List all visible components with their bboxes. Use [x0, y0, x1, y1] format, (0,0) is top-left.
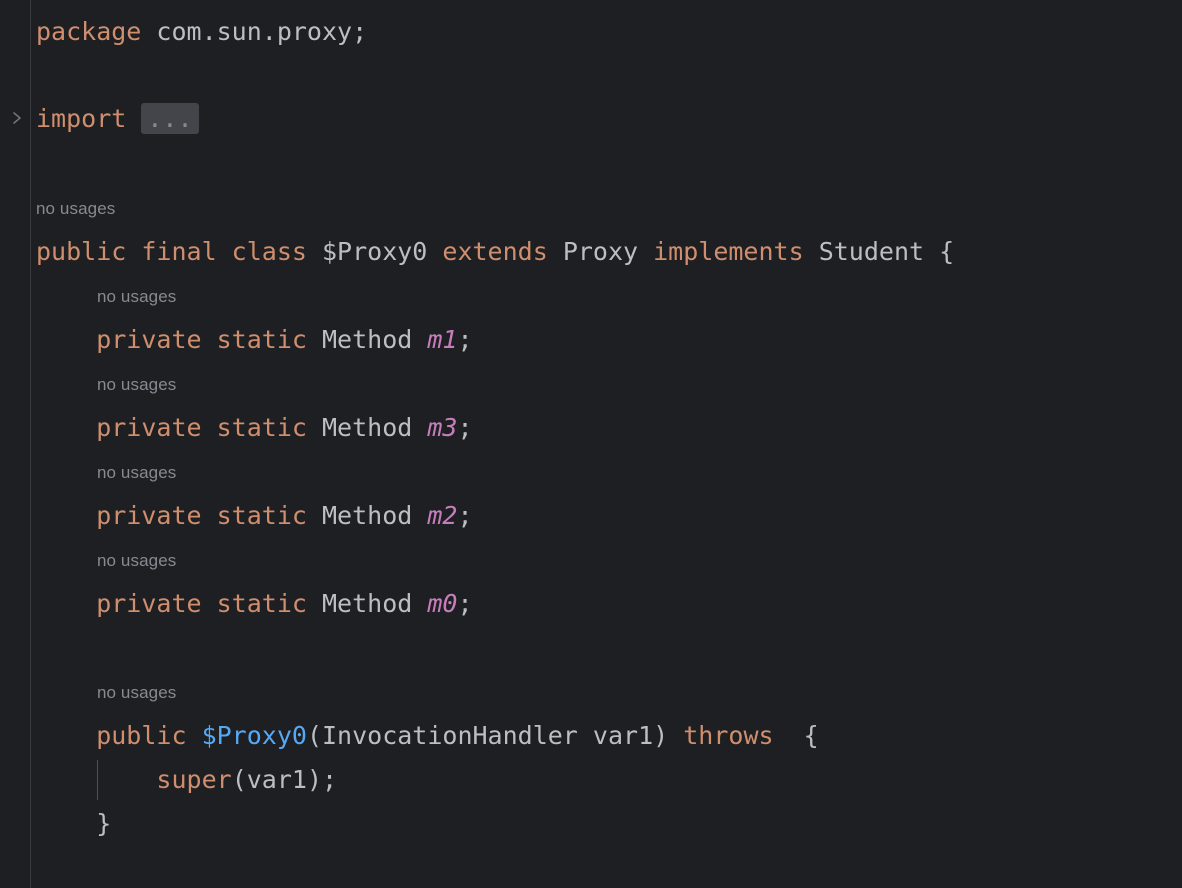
import-space — [126, 104, 141, 133]
field-m3-type: Method — [321, 413, 428, 442]
constructor-name: $Proxy0 — [201, 721, 307, 750]
constructor-modifier: public — [36, 721, 202, 750]
field-m3-modifiers: private static — [36, 413, 322, 442]
line-field-m1[interactable]: private static Method m1; — [36, 318, 473, 362]
class-modifiers: public final class — [36, 237, 322, 266]
field-m1-name: m1 — [427, 325, 458, 354]
field-m0-modifiers: private static — [36, 589, 322, 618]
editor-gutter — [0, 0, 30, 888]
super-call-args: (var1); — [231, 765, 338, 794]
constructor-open-brace: { — [773, 721, 819, 750]
line-constructor-closing-brace[interactable]: } — [36, 802, 111, 846]
inlay-hint-no-usages-class[interactable]: no usages — [36, 194, 115, 224]
field-m0-semicolon: ; — [457, 589, 473, 618]
line-constructor-declaration[interactable]: public $Proxy0(InvocationHandler var1) t… — [36, 714, 819, 758]
interface-name: Student — [818, 237, 925, 266]
keyword-package: package — [36, 17, 142, 46]
line-package[interactable]: package com.sun.proxy; — [36, 10, 367, 54]
line-import[interactable]: import ... — [36, 97, 199, 141]
super-class-name: Proxy — [562, 237, 639, 266]
package-space — [141, 17, 156, 46]
class-open-brace: { — [924, 237, 955, 266]
line-class-declaration[interactable]: public final class $Proxy0 extends Proxy… — [36, 230, 954, 274]
inlay-hint-no-usages-m2[interactable]: no usages — [97, 458, 176, 488]
keyword-throws: throws — [683, 721, 774, 750]
field-m0-name: m0 — [427, 589, 458, 618]
package-name: com.sun.proxy; — [156, 17, 368, 46]
field-m1-semicolon: ; — [457, 325, 473, 354]
inlay-hint-no-usages-constructor[interactable]: no usages — [97, 678, 176, 708]
field-m1-type: Method — [321, 325, 428, 354]
field-m3-name: m3 — [427, 413, 458, 442]
field-m2-semicolon: ; — [457, 501, 473, 530]
chevron-right-icon[interactable] — [8, 107, 26, 129]
inlay-hint-no-usages-m1[interactable]: no usages — [97, 282, 176, 312]
field-m0-type: Method — [321, 589, 428, 618]
line-field-m0[interactable]: private static Method m0; — [36, 582, 473, 626]
keyword-extends: extends — [427, 237, 563, 266]
field-m2-modifiers: private static — [36, 501, 322, 530]
field-m2-name: m2 — [427, 501, 458, 530]
line-super-call[interactable]: super(var1); — [36, 758, 337, 802]
keyword-super: super — [156, 765, 232, 794]
field-m2-type: Method — [321, 501, 428, 530]
constructor-closing-brace: } — [36, 809, 112, 838]
line-field-m2[interactable]: private static Method m2; — [36, 494, 473, 538]
inlay-hint-no-usages-m0[interactable]: no usages — [97, 546, 176, 576]
field-m1-modifiers: private static — [36, 325, 322, 354]
keyword-implements: implements — [638, 237, 819, 266]
keyword-import: import — [36, 104, 127, 133]
line-field-m3[interactable]: private static Method m3; — [36, 406, 473, 450]
code-editor[interactable]: package com.sun.proxy; import ... no usa… — [0, 0, 1182, 888]
import-fold-placeholder[interactable]: ... — [141, 103, 199, 134]
gutter-separator — [30, 0, 31, 888]
super-call-indent — [36, 765, 156, 794]
class-name: $Proxy0 — [321, 237, 428, 266]
constructor-params: (InvocationHandler var1) — [306, 721, 684, 750]
code-content[interactable]: package com.sun.proxy; import ... no usa… — [36, 0, 1182, 888]
inlay-hint-no-usages-m3[interactable]: no usages — [97, 370, 176, 400]
field-m3-semicolon: ; — [457, 413, 473, 442]
